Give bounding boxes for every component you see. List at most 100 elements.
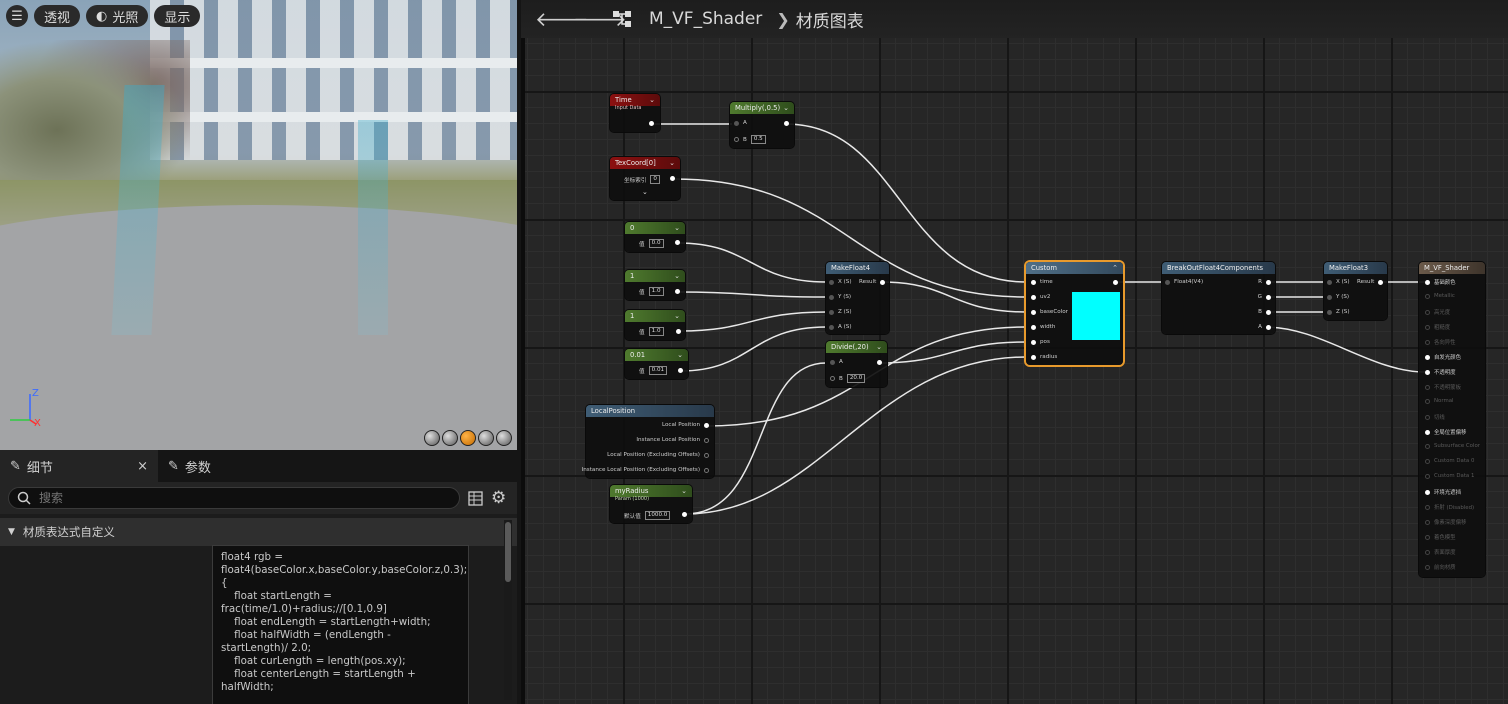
- chevron-down-icon[interactable]: ⌄: [681, 485, 687, 497]
- output-pin[interactable]: [675, 289, 680, 294]
- tab-parameters[interactable]: ✎ 参数: [158, 450, 221, 482]
- output-pin[interactable]: [675, 240, 680, 245]
- chevron-down-icon[interactable]: ⌄: [649, 94, 655, 106]
- output-pin[interactable]: [880, 279, 886, 285]
- input-pin[interactable]: [1425, 443, 1430, 449]
- chevron-down-icon[interactable]: ⌄: [642, 188, 648, 196]
- value-field[interactable]: 20.0: [846, 374, 866, 383]
- input-pin[interactable]: [1327, 309, 1332, 315]
- material-preview-viewport[interactable]: ☰ 透视 ◐ 光照 显示 Z X: [0, 0, 517, 450]
- input-pin[interactable]: [1425, 473, 1430, 479]
- input-pin[interactable]: [1425, 458, 1430, 464]
- scrollbar-thumb[interactable]: [505, 522, 511, 582]
- input-pin[interactable]: [1031, 354, 1036, 360]
- plane-preview-icon[interactable]: [460, 430, 476, 446]
- input-pin[interactable]: [1425, 534, 1430, 540]
- output-pin[interactable]: [1378, 279, 1384, 285]
- node-material-result[interactable]: M_VF_Shader 基础颜色 Metallic 高光度 粗糙度 各向异性 自发光颜色不…: [1419, 262, 1485, 577]
- input-pin[interactable]: [1031, 339, 1036, 345]
- cylinder-preview-icon[interactable]: [424, 430, 440, 446]
- tab-details[interactable]: ✎ 细节 ×: [0, 450, 158, 482]
- breadcrumb-asset[interactable]: M_VF_Shader: [649, 9, 762, 29]
- input-pin[interactable]: [1425, 324, 1430, 330]
- input-pin[interactable]: [830, 376, 835, 381]
- value-field[interactable]: 1.0: [648, 287, 664, 296]
- output-pin[interactable]: [704, 422, 709, 428]
- input-pin[interactable]: [1425, 339, 1430, 345]
- input-pin[interactable]: [1031, 294, 1036, 300]
- table-view-icon[interactable]: [468, 490, 483, 506]
- value-field[interactable]: 0.5: [750, 135, 766, 144]
- input-pin[interactable]: [1425, 369, 1430, 375]
- perspective-button[interactable]: 透视: [34, 5, 81, 27]
- output-pin[interactable]: [676, 329, 681, 334]
- sphere-preview-icon[interactable]: [442, 430, 458, 446]
- node-constant-0[interactable]: 0 ⌄ 值 0.0: [625, 222, 685, 252]
- input-pin[interactable]: [1425, 354, 1430, 360]
- chevron-down-icon[interactable]: ⌄: [674, 270, 680, 282]
- back-arrow-icon[interactable]: 🡐: [535, 7, 589, 31]
- chevron-down-icon[interactable]: ⌄: [669, 157, 675, 169]
- teapot-preview-icon[interactable]: [496, 430, 512, 446]
- input-pin[interactable]: [734, 137, 739, 142]
- chevron-down-icon[interactable]: ⌄: [876, 341, 882, 353]
- material-graph-canvas[interactable]: 🡐 🡒 M_VF_Shader ❯ 材质图表 Time ⌄ Input Data …: [521, 0, 1508, 704]
- node-multiply[interactable]: Multiply(,0.5) ⌄ A B 0.5: [730, 102, 794, 148]
- chevron-up-icon[interactable]: ⌃: [1112, 262, 1118, 274]
- input-pin[interactable]: [1031, 324, 1036, 330]
- value-field[interactable]: 0.0: [648, 239, 664, 248]
- gear-icon[interactable]: ⚙: [491, 488, 506, 508]
- input-pin[interactable]: [1425, 293, 1430, 299]
- node-breakout-float4[interactable]: BreakOutFloat4Components Float4(V4) R G …: [1162, 262, 1275, 334]
- node-constant-2[interactable]: 1 ⌄ 值 1.0: [625, 310, 685, 340]
- node-constant-3[interactable]: 0.01 ⌄ 值 0.01: [625, 349, 688, 379]
- input-pin[interactable]: [1425, 279, 1430, 285]
- input-pin[interactable]: [734, 120, 739, 126]
- node-constant-1[interactable]: 1 ⌄ 值 1.0: [625, 270, 685, 300]
- input-pin[interactable]: [1327, 279, 1332, 285]
- value-field[interactable]: 1.0: [648, 327, 664, 336]
- output-pin[interactable]: [670, 176, 675, 181]
- input-pin[interactable]: [830, 359, 835, 365]
- chevron-down-icon[interactable]: ⌄: [783, 102, 789, 114]
- output-pin[interactable]: [877, 360, 882, 365]
- value-field[interactable]: 0: [650, 175, 660, 184]
- input-pin[interactable]: [829, 309, 834, 315]
- close-icon[interactable]: ×: [137, 459, 148, 474]
- input-pin[interactable]: [1425, 398, 1430, 404]
- output-pin[interactable]: [678, 368, 683, 373]
- input-pin[interactable]: [829, 294, 834, 300]
- input-pin[interactable]: [1425, 564, 1430, 570]
- node-myradius[interactable]: myRadius ⌄ Param (1000) 默认值 1000.0: [610, 485, 692, 523]
- input-pin[interactable]: [829, 324, 834, 330]
- input-pin[interactable]: [1425, 519, 1430, 525]
- input-pin[interactable]: [1425, 309, 1430, 315]
- output-pin[interactable]: [1266, 309, 1271, 315]
- input-pin[interactable]: [1425, 489, 1430, 495]
- input-pin[interactable]: [1165, 279, 1170, 285]
- details-scrollbar[interactable]: [504, 520, 512, 700]
- node-divide[interactable]: Divide(,20) ⌄ A B 20.0: [826, 341, 887, 387]
- output-pin[interactable]: [784, 121, 789, 126]
- value-field[interactable]: 1000.0: [644, 511, 671, 520]
- chevron-down-icon[interactable]: ⌄: [674, 310, 680, 322]
- input-pin[interactable]: [1031, 309, 1036, 315]
- input-pin[interactable]: [1425, 384, 1430, 390]
- forward-arrow-icon[interactable]: 🡒: [573, 7, 627, 31]
- node-localposition[interactable]: LocalPosition Local Position Instance Lo…: [582, 405, 714, 478]
- output-pin[interactable]: [1113, 280, 1118, 285]
- input-pin[interactable]: [1327, 294, 1332, 300]
- input-pin[interactable]: [1425, 429, 1430, 435]
- output-pin[interactable]: [1266, 279, 1271, 285]
- input-pin[interactable]: [1425, 414, 1430, 420]
- node-texcoord[interactable]: TexCoord[0] ⌄ 坐标索引 0 ⌄: [610, 157, 680, 200]
- viewport-menu-button[interactable]: ☰: [6, 5, 28, 27]
- node-custom[interactable]: Custom ⌃ time uv2 baseColor width pos rad…: [1026, 262, 1123, 365]
- show-button[interactable]: 显示: [154, 5, 201, 27]
- output-pin[interactable]: [704, 437, 709, 443]
- output-pin[interactable]: [1266, 324, 1271, 330]
- section-header-custom-expression[interactable]: ▼ 材质表达式自定义: [0, 518, 517, 546]
- output-pin[interactable]: [682, 512, 687, 517]
- node-makefloat4[interactable]: MakeFloat4 X (S) Y (S) Z (S) A (S) Resul…: [826, 262, 889, 334]
- node-time[interactable]: Time ⌄ Input Data: [610, 94, 660, 132]
